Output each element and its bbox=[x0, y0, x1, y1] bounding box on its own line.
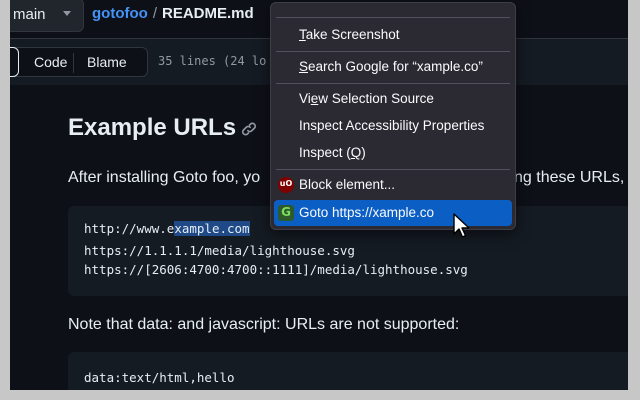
paragraph-install-left: After installing Goto foo, yo bbox=[68, 169, 261, 186]
link-icon[interactable] bbox=[240, 120, 258, 138]
code-line: https://1.1.1.1/media/lighthouse.svg bbox=[84, 243, 355, 258]
branch-selector-button[interactable]: main bbox=[10, 0, 84, 32]
access-key: S bbox=[299, 59, 309, 74]
section-heading: Example URLs bbox=[68, 114, 237, 141]
tab-code[interactable]: Code bbox=[34, 54, 67, 70]
menu-item-goto[interactable]: Goto https://xample.co bbox=[299, 205, 434, 220]
paragraph-install-right: ng these URLs, ( bbox=[514, 169, 628, 186]
ublock-icon: uO bbox=[278, 177, 294, 193]
chevron-down-icon bbox=[63, 11, 71, 16]
view-toggle: Code Blame bbox=[10, 47, 148, 77]
menu-item-label: earch Google for “xample.co” bbox=[308, 59, 483, 74]
repo-link[interactable]: gotofoo bbox=[92, 5, 148, 22]
menu-item-inspect[interactable]: Inspect (Q) bbox=[299, 145, 366, 160]
menu-item-label: Inspect ( bbox=[299, 145, 351, 160]
menu-item-take-screenshot[interactable]: Take Screenshot bbox=[299, 27, 400, 42]
paragraph-note: Note that data: and javascript: URLs are… bbox=[68, 316, 460, 333]
code-block-data-url: data:text/html,hello bbox=[68, 352, 628, 390]
code-line: http://www.example.com bbox=[84, 221, 250, 236]
breadcrumb: gotofoo / README.md bbox=[92, 5, 254, 22]
menu-item-label: w Selection Source bbox=[318, 91, 434, 106]
menu-item-block-element[interactable]: Block element... bbox=[299, 177, 395, 192]
context-menu: Take Screenshot Search Google for “xampl… bbox=[270, 2, 516, 230]
menu-separator bbox=[276, 17, 510, 18]
breadcrumb-separator: / bbox=[152, 5, 157, 22]
branch-label: main bbox=[13, 6, 46, 23]
tab-divider bbox=[73, 53, 74, 73]
text-selection: xample.com bbox=[174, 221, 250, 236]
goto-glyph: G bbox=[281, 205, 291, 219]
mouse-pointer-icon bbox=[453, 213, 470, 238]
access-key: T bbox=[299, 27, 306, 42]
file-lines-info: 35 lines (24 lo bbox=[158, 54, 267, 68]
menu-item-inspect-accessibility[interactable]: Inspect Accessibility Properties bbox=[299, 118, 484, 133]
access-key: Q bbox=[350, 145, 362, 160]
goto-icon: G bbox=[278, 205, 294, 221]
code-text: http://www.e bbox=[84, 221, 175, 236]
tab-preview[interactable] bbox=[10, 47, 19, 77]
menu-item-search-google[interactable]: Search Google for “xample.co” bbox=[299, 59, 483, 74]
menu-separator bbox=[276, 83, 510, 84]
menu-separator bbox=[276, 169, 510, 170]
menu-item-label: ) bbox=[361, 145, 366, 160]
code-line: https://[2606:4700:4700::1111]/media/lig… bbox=[84, 262, 468, 277]
menu-item-view-selection-source[interactable]: View Selection Source bbox=[299, 91, 434, 106]
ublock-glyph: uO bbox=[279, 179, 293, 188]
menu-item-label: Vi bbox=[299, 91, 311, 106]
file-name: README.md bbox=[161, 5, 254, 22]
tab-blame[interactable]: Blame bbox=[87, 54, 127, 70]
menu-item-label: ake Screenshot bbox=[305, 27, 400, 42]
menu-separator bbox=[276, 51, 510, 52]
code-line: data:text/html,hello bbox=[84, 370, 235, 385]
